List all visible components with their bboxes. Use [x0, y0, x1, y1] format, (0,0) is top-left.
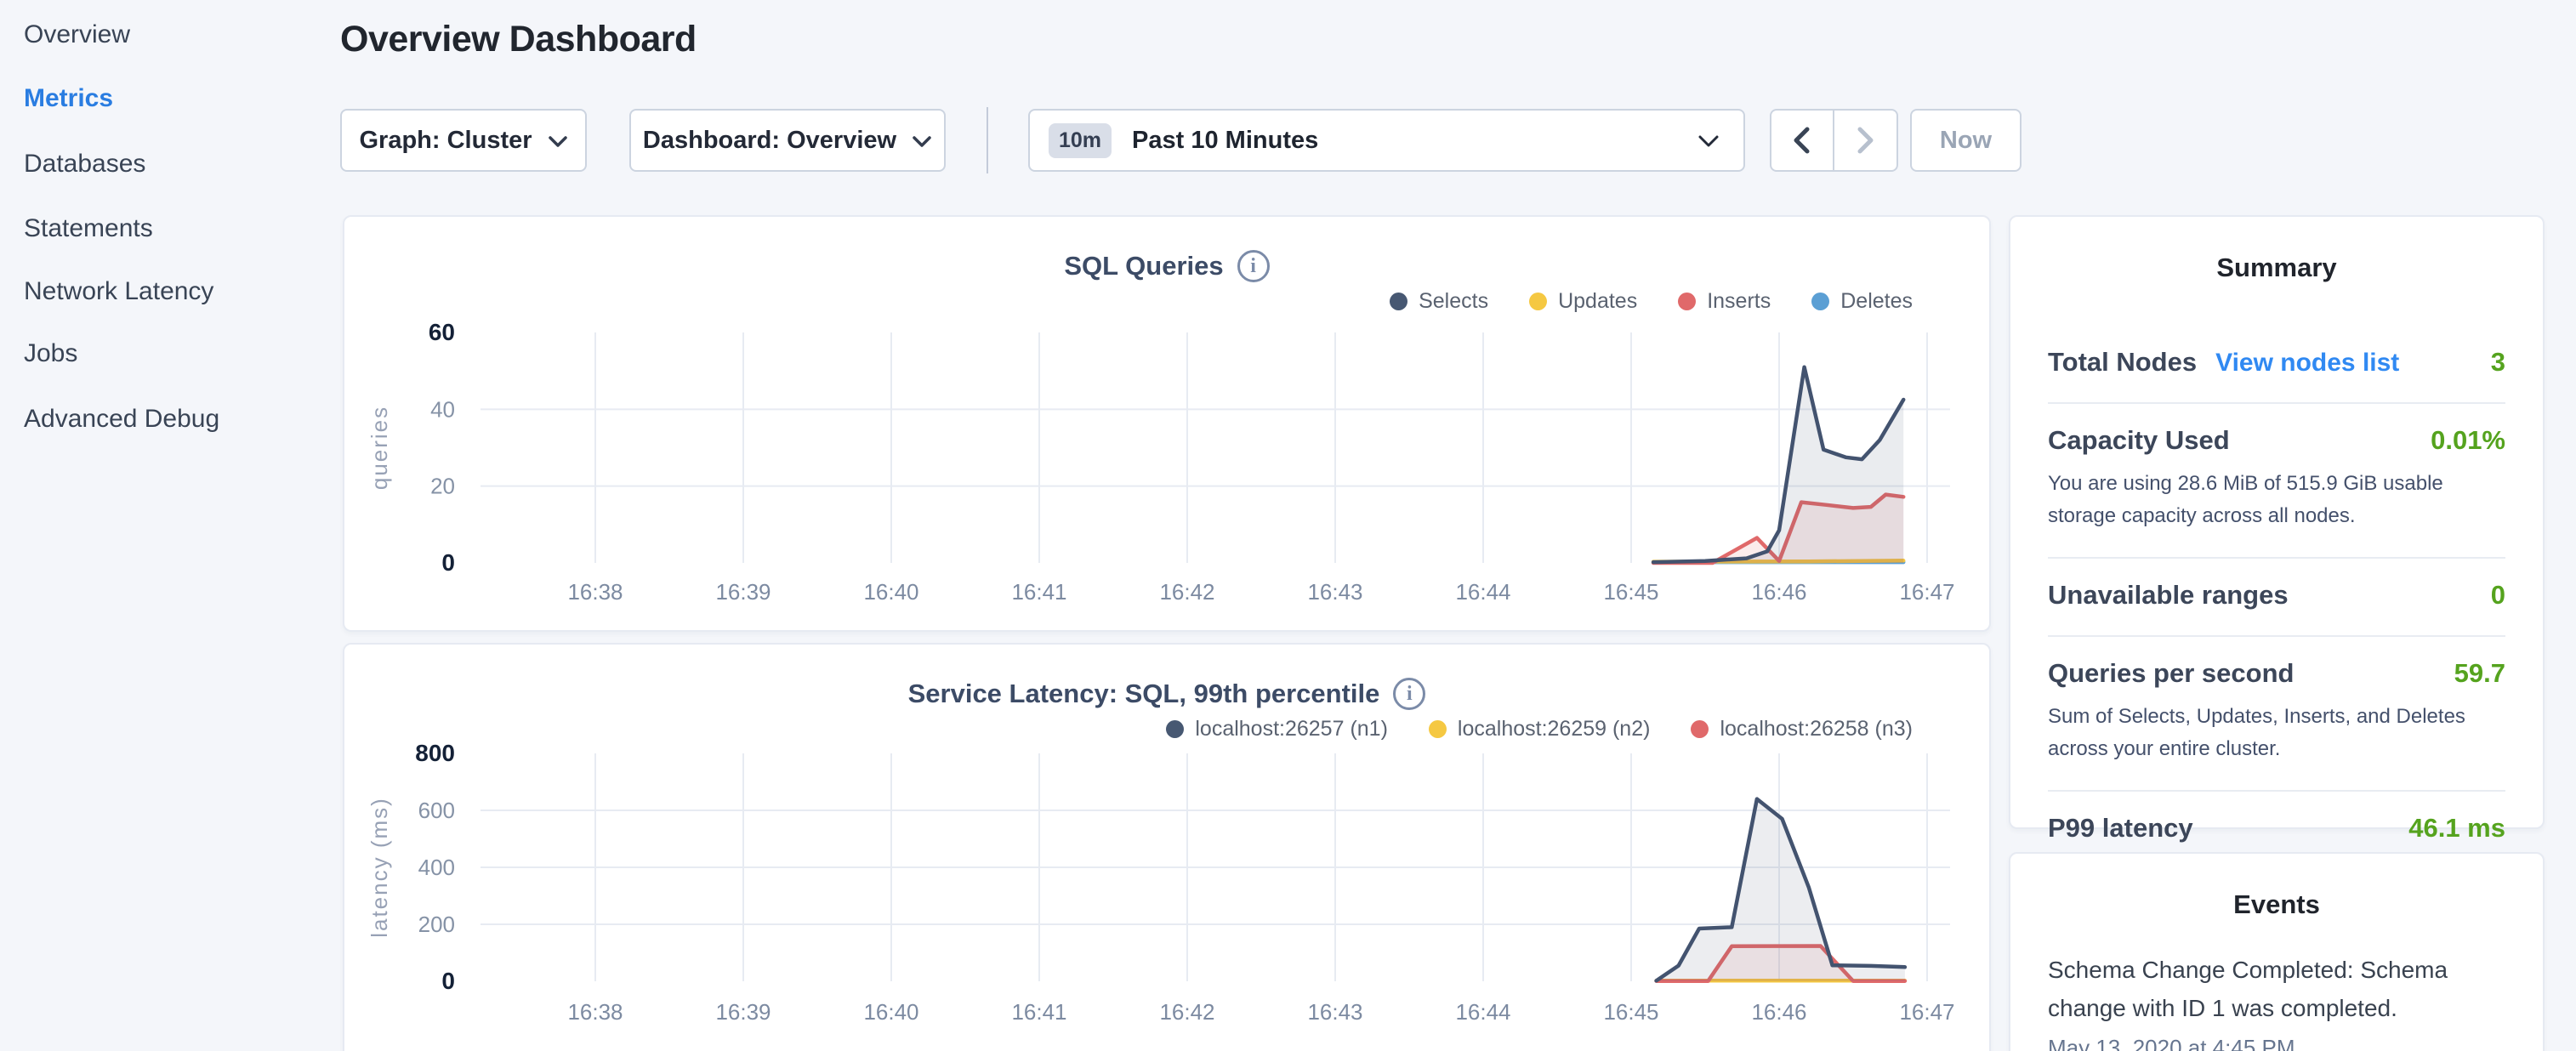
service-latency-plot[interactable]: 16:38 16:39 16:40 16:41 16:42 16:43 16:44 16:45…: [344, 645, 1993, 1051]
summary-value: 0.01%: [2431, 425, 2505, 456]
sidebar-item-network-latency[interactable]: Network Latency: [24, 276, 213, 308]
svg-text:16:40: 16:40: [863, 579, 918, 605]
svg-text:16:43: 16:43: [1307, 579, 1362, 605]
time-range-label: Past 10 Minutes: [1132, 127, 1318, 155]
svg-text:queries: queries: [367, 406, 392, 490]
summary-description: You are using 28.6 MiB of 515.9 GiB usab…: [2048, 468, 2505, 532]
sidebar-item-databases[interactable]: Databases: [24, 148, 145, 180]
graph-scope-label: Graph: Cluster: [359, 127, 532, 155]
svg-text:16:46: 16:46: [1751, 579, 1806, 605]
svg-text:200: 200: [418, 912, 455, 937]
svg-text:16:42: 16:42: [1159, 999, 1214, 1025]
svg-text:16:47: 16:47: [1899, 999, 1954, 1025]
summary-row-total-nodes: Total Nodes View nodes list 3: [2048, 326, 2505, 404]
sidebar-item-overview[interactable]: Overview: [24, 19, 130, 51]
svg-text:16:41: 16:41: [1011, 579, 1066, 605]
summary-row-unavailable-ranges: Unavailable ranges 0: [2048, 559, 2505, 637]
svg-text:latency (ms): latency (ms): [367, 797, 392, 938]
graph-scope-dropdown[interactable]: Graph: Cluster: [340, 109, 587, 172]
chevron-right-icon: [1852, 126, 1878, 155]
summary-value: 59.7: [2454, 658, 2505, 689]
svg-text:16:38: 16:38: [567, 999, 623, 1025]
summary-label: Queries per second: [2048, 658, 2294, 689]
sidebar-item-jobs[interactable]: Jobs: [24, 338, 77, 370]
events-panel: Events Schema Change Completed: Schema c…: [2009, 852, 2545, 1051]
dashboard-dropdown[interactable]: Dashboard: Overview: [629, 109, 946, 172]
svg-text:0: 0: [441, 968, 455, 994]
page-title: Overview Dashboard: [340, 19, 697, 60]
svg-text:400: 400: [418, 855, 455, 880]
svg-text:16:43: 16:43: [1307, 999, 1362, 1025]
svg-text:40: 40: [430, 396, 455, 422]
svg-text:16:46: 16:46: [1751, 999, 1806, 1025]
summary-title: Summary: [2010, 217, 2543, 283]
svg-text:20: 20: [430, 474, 455, 499]
service-latency-chart-card: Service Latency: SQL, 99th percentile i …: [343, 643, 1991, 1051]
time-step-forward-button[interactable]: [1834, 111, 1897, 170]
svg-text:16:45: 16:45: [1603, 579, 1658, 605]
svg-text:0: 0: [441, 549, 455, 576]
now-button-label: Now: [1940, 127, 1992, 155]
summary-row-queries-per-second: Queries per second 59.7 Sum of Selects, …: [2048, 637, 2505, 792]
svg-text:16:41: 16:41: [1011, 999, 1066, 1025]
svg-text:16:44: 16:44: [1455, 999, 1510, 1025]
sidebar-item-advanced-debug[interactable]: Advanced Debug: [24, 403, 219, 435]
summary-label: Total Nodes: [2048, 347, 2197, 378]
svg-text:16:39: 16:39: [715, 579, 771, 605]
time-range-dropdown[interactable]: 10m Past 10 Minutes: [1028, 109, 1745, 172]
svg-text:16:42: 16:42: [1159, 579, 1214, 605]
sql-queries-chart-card: SQL Queries i Selects Updates Inserts De…: [343, 215, 1991, 632]
svg-text:16:44: 16:44: [1455, 579, 1510, 605]
summary-label: Capacity Used: [2048, 425, 2230, 456]
svg-text:16:45: 16:45: [1603, 999, 1658, 1025]
summary-label: Unavailable ranges: [2048, 580, 2289, 611]
svg-text:60: 60: [429, 319, 455, 345]
summary-value: 3: [2491, 347, 2505, 378]
summary-label: P99 latency: [2048, 813, 2193, 844]
svg-text:16:38: 16:38: [567, 579, 623, 605]
svg-text:16:47: 16:47: [1899, 579, 1954, 605]
toolbar-divider: [987, 107, 988, 173]
time-step-back-button[interactable]: [1771, 111, 1834, 170]
chevron-down-icon: [548, 127, 568, 155]
chevron-left-icon: [1789, 126, 1815, 155]
db-console-overview-page: Overview Metrics Databases Statements Ne…: [0, 0, 2576, 1051]
sql-queries-plot[interactable]: 16:38 16:39 16:40 16:41 16:42 16:43 16:44 16:45…: [344, 217, 1993, 630]
chevron-down-icon: [912, 127, 932, 155]
summary-panel: Summary Total Nodes View nodes list 3 Ca…: [2009, 215, 2545, 829]
svg-text:800: 800: [415, 740, 455, 766]
svg-text:16:40: 16:40: [863, 999, 918, 1025]
event-text: Schema Change Completed: Schema change w…: [2048, 951, 2485, 1027]
sidebar-item-statements[interactable]: Statements: [24, 213, 153, 245]
summary-row-capacity-used: Capacity Used 0.01% You are using 28.6 M…: [2048, 404, 2505, 559]
dashboard-dropdown-label: Dashboard: Overview: [643, 127, 896, 155]
summary-value: 0: [2491, 580, 2505, 611]
time-step-button-group: [1770, 109, 1898, 172]
summary-description: Sum of Selects, Updates, Inserts, and De…: [2048, 701, 2505, 765]
svg-text:16:39: 16:39: [715, 999, 771, 1025]
sidebar-item-metrics[interactable]: Metrics: [24, 82, 113, 115]
event-timestamp: May 13, 2020 at 4:45 PM: [2048, 1035, 2505, 1051]
chevron-down-icon: [1697, 127, 1720, 155]
now-button[interactable]: Now: [1910, 109, 2022, 172]
svg-text:600: 600: [418, 798, 455, 823]
view-nodes-list-link[interactable]: View nodes list: [2215, 349, 2399, 378]
events-title: Events: [2010, 854, 2543, 920]
time-range-badge: 10m: [1049, 123, 1112, 158]
summary-value: 46.1 ms: [2408, 813, 2505, 844]
event-list-item[interactable]: Schema Change Completed: Schema change w…: [2048, 951, 2505, 1051]
